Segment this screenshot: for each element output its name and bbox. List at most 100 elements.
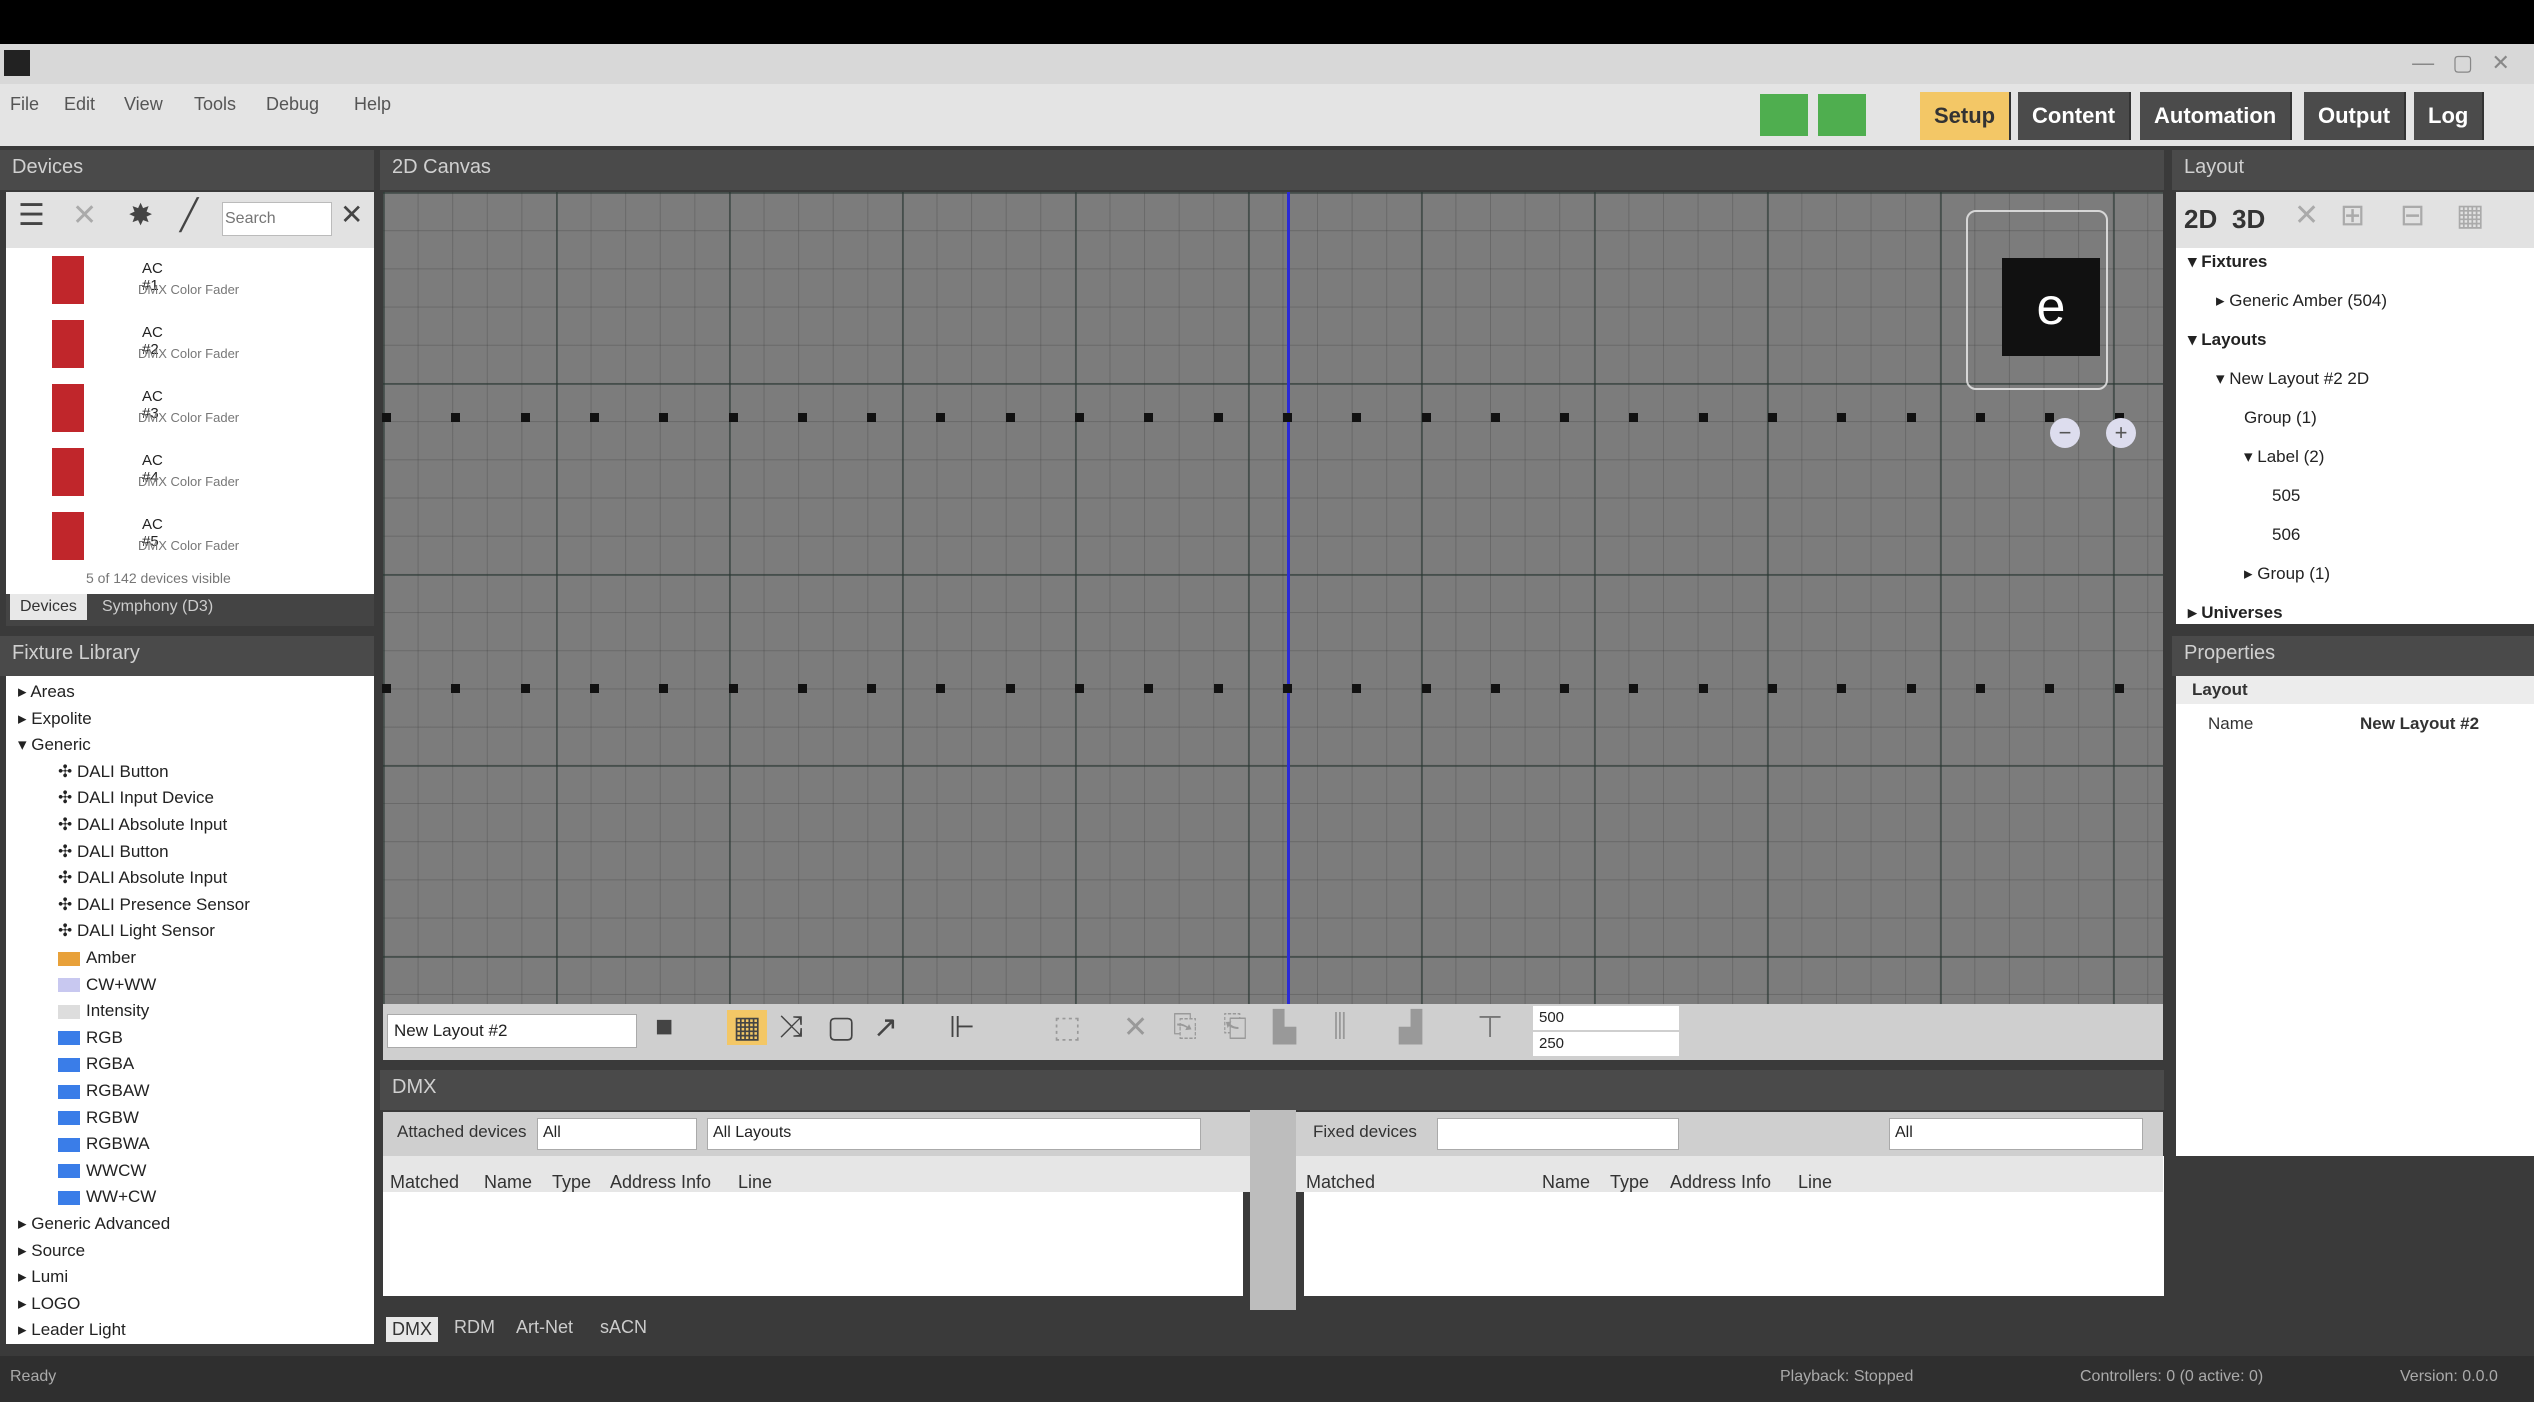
fixture-dot[interactable] xyxy=(1490,413,1500,422)
layout-select[interactable]: New Layout #2 xyxy=(387,1014,637,1048)
remove-icon[interactable]: ✕ xyxy=(1123,1010,1148,1045)
fixture-dot[interactable] xyxy=(1629,413,1639,422)
fixture-dot[interactable] xyxy=(1144,684,1154,693)
frame-icon[interactable]: ▢ xyxy=(827,1010,855,1045)
fixture-dot[interactable] xyxy=(1352,413,1362,422)
tab-3d[interactable]: 3D xyxy=(2232,204,2265,235)
select-box-icon[interactable]: ⬚ xyxy=(1053,1010,1081,1045)
menu-debug[interactable]: Debug xyxy=(266,94,319,115)
plug-icon[interactable] xyxy=(1818,94,1866,136)
fixture-dot[interactable] xyxy=(589,684,599,693)
fixture-tree-item[interactable]: Intensity xyxy=(58,1001,149,1021)
fixture-dot[interactable] xyxy=(1698,413,1708,422)
delete-icon[interactable]: ✕ xyxy=(72,198,97,233)
fixture-tree-item[interactable]: ▸ Source xyxy=(18,1241,85,1261)
fixture-dot[interactable] xyxy=(1005,684,1015,693)
fixture-tree-item[interactable]: ✣ DALI Presence Sensor xyxy=(58,895,250,915)
tab-2d[interactable]: 2D xyxy=(2184,204,2217,235)
fixture-dot[interactable] xyxy=(1629,684,1639,693)
fixture-tree-item[interactable]: CW+WW xyxy=(58,975,156,995)
col-matched[interactable]: Matched xyxy=(390,1172,459,1193)
layout-tree-item[interactable]: ▸ Universes xyxy=(2188,603,2283,623)
fixture-dot[interactable] xyxy=(1352,684,1362,693)
coord-y-input[interactable]: 250 xyxy=(1533,1032,1679,1056)
fixture-dot[interactable] xyxy=(520,413,530,422)
fixture-dot[interactable] xyxy=(451,413,461,422)
col-line-right[interactable]: Line xyxy=(1798,1172,1832,1193)
device-search-input[interactable] xyxy=(222,202,332,236)
layout-tree-item[interactable]: 506 xyxy=(2272,525,2300,545)
tab-sacn[interactable]: sACN xyxy=(600,1317,647,1338)
fixture-tree-item[interactable]: RGBW xyxy=(58,1108,139,1128)
grid-snap-icon[interactable]: ▦ xyxy=(727,1010,768,1045)
fixture-dot[interactable] xyxy=(728,413,738,422)
fixture-dot[interactable] xyxy=(1698,684,1708,693)
fixture-dot[interactable] xyxy=(1560,684,1570,693)
layout-tree-item[interactable]: ▾ Layouts xyxy=(2188,330,2266,350)
canvas-grid[interactable] xyxy=(383,192,2163,1004)
fixture-dot[interactable] xyxy=(1075,413,1084,422)
clear-search-icon[interactable]: ✕ xyxy=(340,198,363,231)
right-filter-select[interactable]: All xyxy=(1889,1118,2143,1150)
fixture-dot[interactable] xyxy=(1906,413,1916,422)
fixture-dot[interactable] xyxy=(728,684,738,693)
sun-icon[interactable]: ✸ xyxy=(128,198,153,233)
menu-help[interactable]: Help xyxy=(354,94,391,115)
fixture-dot[interactable] xyxy=(1282,413,1292,422)
connect-icon[interactable] xyxy=(1760,94,1808,136)
menu-file[interactable]: File xyxy=(10,94,39,115)
fixture-tree-item[interactable]: ✣ DALI Absolute Input xyxy=(58,815,227,835)
zoom-in-icon[interactable]: + xyxy=(2106,418,2136,448)
fixture-dot[interactable] xyxy=(797,684,807,693)
align-center-icon[interactable]: ⊤ xyxy=(1477,1010,1503,1045)
fixture-dot[interactable] xyxy=(1768,684,1777,693)
layout-group-icon[interactable]: ⊞ xyxy=(2340,198,2365,233)
tab-dmx[interactable]: DMX xyxy=(386,1317,438,1342)
col-name[interactable]: Name xyxy=(484,1172,532,1193)
tab-setup[interactable]: Setup xyxy=(1920,92,2012,140)
layout-tree-item[interactable]: ▾ Label (2) xyxy=(2244,447,2324,467)
fixture-tree-item[interactable]: ✣ DALI Input Device xyxy=(58,788,214,808)
fixture-tree-item[interactable]: ▸ Lumi xyxy=(18,1267,68,1287)
fixture-dot[interactable] xyxy=(382,684,391,693)
col-type-right[interactable]: Type xyxy=(1610,1172,1649,1193)
layout-tree-item[interactable]: ▾ New Layout #2 2D xyxy=(2216,369,2369,389)
fixture-dot[interactable] xyxy=(1144,413,1154,422)
dmx-splitter-tools[interactable] xyxy=(1250,1110,1296,1320)
fixture-tree-item[interactable]: ▸ Expolite xyxy=(18,709,92,729)
fixture-dot[interactable] xyxy=(1490,684,1500,693)
fixture-tree-item[interactable]: WW+CW xyxy=(58,1187,156,1207)
shuffle-icon[interactable]: ⤨ xyxy=(779,1010,803,1044)
fixture-tree-item[interactable]: ▸ Areas xyxy=(18,682,75,702)
fixture-dot[interactable] xyxy=(936,684,946,693)
fixture-tree-item[interactable]: WWCW xyxy=(58,1161,146,1181)
layout-tree-item[interactable]: ▸ Group (1) xyxy=(2244,564,2330,584)
camera-icon[interactable]: ■ xyxy=(655,1010,673,1044)
fixture-dot[interactable] xyxy=(936,413,946,422)
layout-tree-item[interactable]: ▾ Fixtures xyxy=(2188,252,2267,272)
align-left-icon[interactable]: ▙ xyxy=(1273,1010,1296,1045)
paste-icon[interactable]: ⎗ xyxy=(1223,1010,1247,1044)
col-line[interactable]: Line xyxy=(738,1172,772,1193)
tab-content[interactable]: Content xyxy=(2018,92,2132,140)
tab-output[interactable]: Output xyxy=(2304,92,2407,140)
fixture-tree-item[interactable]: ▸ Generic Advanced xyxy=(18,1214,170,1234)
fixture-dot[interactable] xyxy=(867,684,877,693)
fixture-dot[interactable] xyxy=(2045,684,2055,693)
fixture-dot[interactable] xyxy=(1975,684,1985,693)
tab-symphony[interactable]: Symphony (D3) xyxy=(102,598,213,616)
menu-edit[interactable]: Edit xyxy=(64,94,95,115)
list-icon[interactable]: ☰ xyxy=(18,198,45,233)
layout-tree-item[interactable]: ▸ Generic Amber (504) xyxy=(2216,291,2387,311)
align-icon[interactable]: ⊩ xyxy=(949,1010,975,1045)
fixture-tree-item[interactable]: ✣ DALI Button xyxy=(58,762,169,782)
menu-tools[interactable]: Tools xyxy=(194,94,236,115)
fixture-tree-item[interactable]: ▾ Generic xyxy=(18,735,91,755)
distribute-icon[interactable]: ⫼ xyxy=(1333,1010,1347,1044)
fixture-dot[interactable] xyxy=(1005,413,1015,422)
fixture-dot[interactable] xyxy=(1975,413,1985,422)
fixture-dot[interactable] xyxy=(451,684,461,693)
fixture-dot[interactable] xyxy=(2045,413,2055,422)
fixture-tree-item[interactable]: ✣ DALI Button xyxy=(58,842,169,862)
playhead-line[interactable] xyxy=(1287,192,1290,1004)
